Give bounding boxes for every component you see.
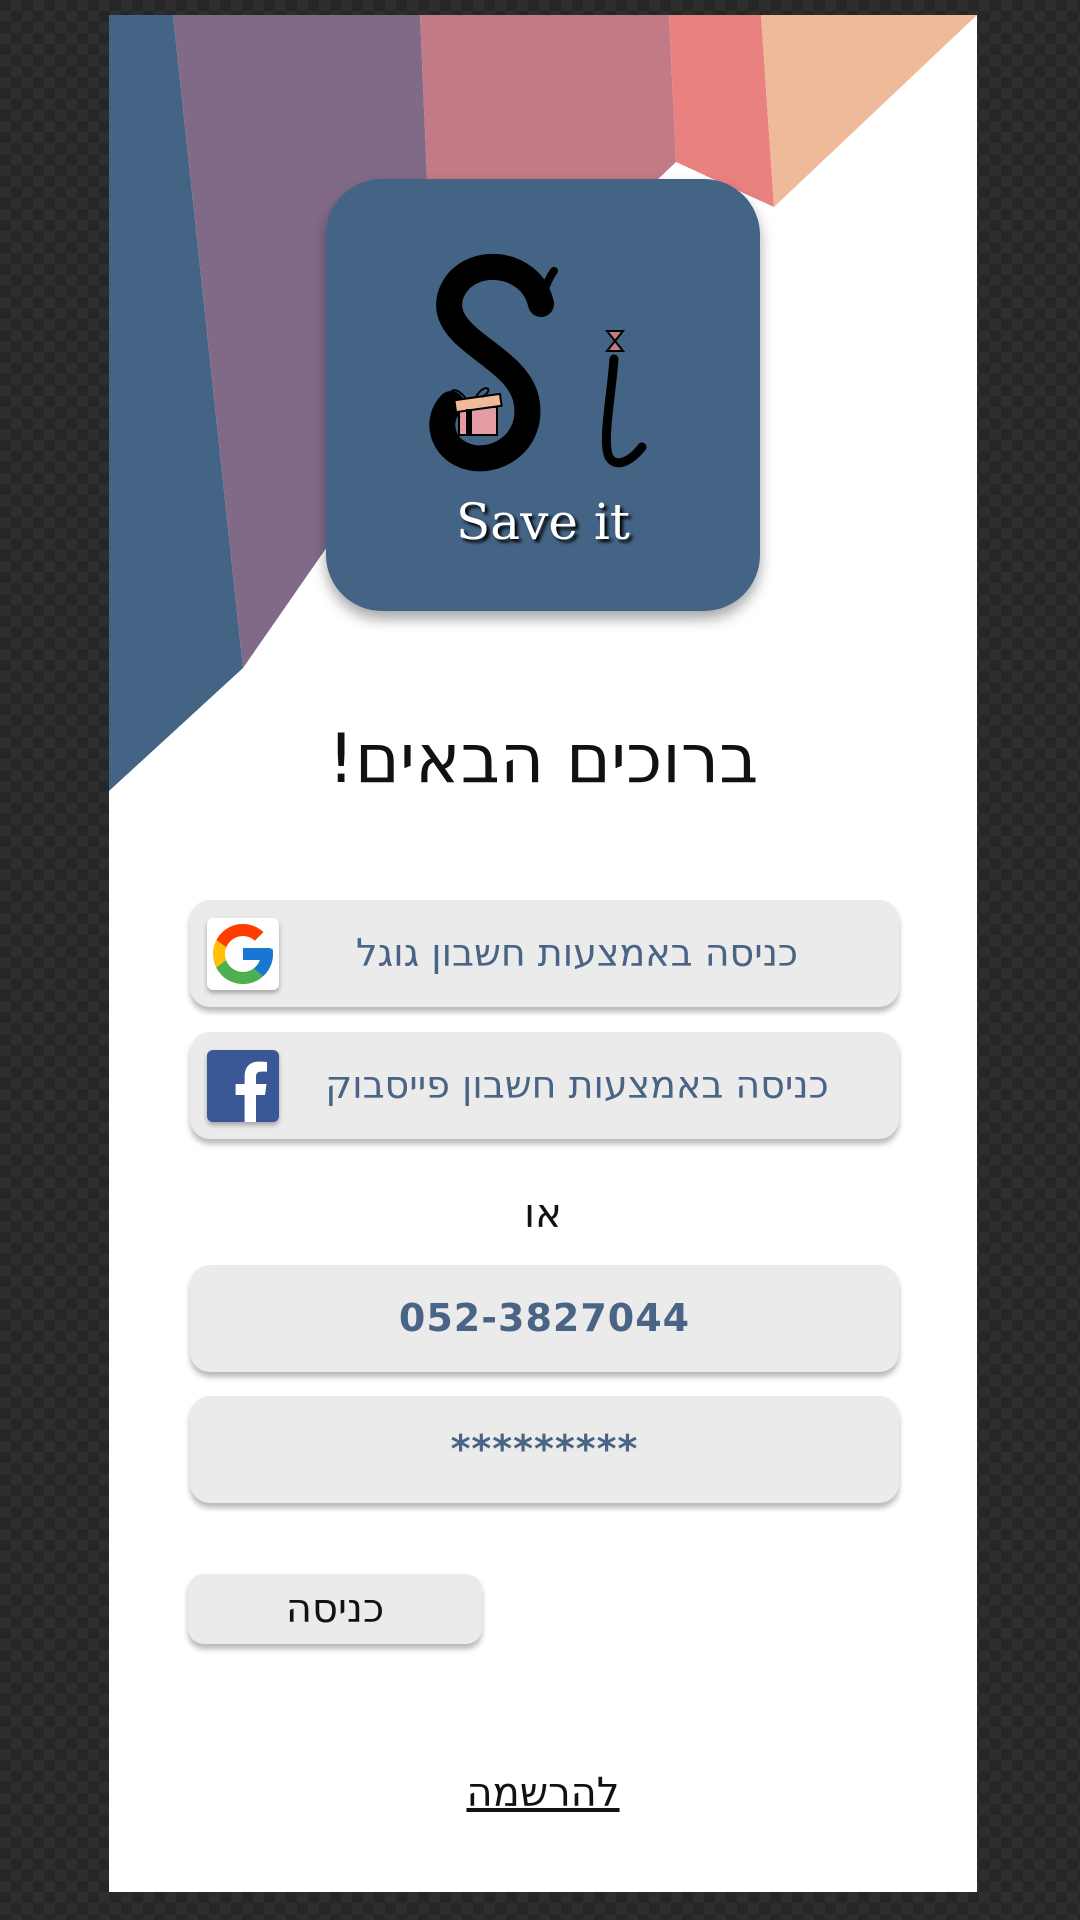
register-row: להרשמה [109,1770,977,1816]
password-field[interactable]: ********* [190,1396,899,1503]
welcome-title: ברוכים הבאים! [327,720,759,799]
app-logo: Save it [326,179,760,611]
register-link[interactable]: להרשמה [466,1770,619,1816]
facebook-login-label: כניסה באמצעות חשבון פייסבוק [325,1063,829,1107]
facebook-icon [207,1050,279,1122]
login-button[interactable]: כניסה [188,1574,482,1644]
google-icon [207,918,279,990]
app-screen: Save it ברוכים הבאים! כניסה באמצעות חשבו… [109,15,977,1892]
or-divider: או [524,1191,562,1237]
google-login-button[interactable]: כניסה באמצעות חשבון גוגל [190,900,899,1007]
phone-field[interactable]: 052-3827044 [190,1265,899,1372]
facebook-login-button[interactable]: כניסה באמצעות חשבון פייסבוק [190,1032,899,1139]
google-login-label: כניסה באמצעות חשבון גוגל [355,931,799,975]
logo-wordmark: Save it [456,493,630,551]
